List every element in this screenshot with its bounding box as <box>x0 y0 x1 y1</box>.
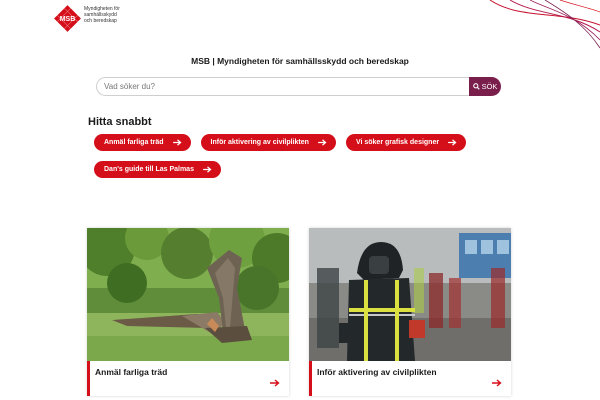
arrow-right-icon <box>203 166 212 173</box>
card-body: Anmäl farliga träd <box>87 361 289 396</box>
card-title: Inför aktivering av civilplikten <box>317 367 437 377</box>
msb-logo[interactable]: MSB Myndigheten för samhällsskydd och be… <box>54 5 120 32</box>
quick-link-grafisk-designer[interactable]: Vi söker grafisk designer <box>345 134 467 151</box>
page-title: MSB | Myndigheten för samhällsskydd och … <box>191 56 409 66</box>
firefighter-image <box>309 228 511 361</box>
quick-link-label: Inför aktivering av civilplikten <box>210 139 309 146</box>
search-input[interactable] <box>96 77 469 96</box>
quick-links-row: Dan's guide till Las Palmas <box>94 161 221 178</box>
quick-link-anmal-farliga-trad[interactable]: Anmäl farliga träd <box>94 134 191 151</box>
quick-link-label: Anmäl farliga träd <box>104 139 164 146</box>
card-title: Anmäl farliga träd <box>95 367 168 377</box>
fallen-tree-image <box>87 228 289 361</box>
quick-link-civilplikten[interactable]: Inför aktivering av civilplikten <box>200 134 336 151</box>
logo-mark: MSB <box>54 5 81 32</box>
quick-links-heading: Hitta snabbt <box>88 116 152 128</box>
arrow-right-icon <box>270 379 280 387</box>
card-body: Inför aktivering av civilplikten <box>309 361 511 396</box>
arrow-right-icon <box>318 139 327 146</box>
decorative-swoosh <box>489 0 600 49</box>
quick-link-las-palmas[interactable]: Dan's guide till Las Palmas <box>94 161 221 178</box>
arrow-right-icon <box>492 379 502 387</box>
arrow-right-icon <box>172 139 182 146</box>
quick-link-label: Vi söker grafisk designer <box>355 139 440 146</box>
logo-line: och beredskap <box>84 18 117 25</box>
logo-wordmark: Myndigheten för samhällsskydd och bereds… <box>84 6 120 25</box>
search-bar: SÖK <box>96 77 501 96</box>
search-button[interactable]: SÖK <box>469 77 501 96</box>
quick-links-row: Anmäl farliga träd Inför aktivering av c… <box>94 134 467 151</box>
card-civilplikten[interactable]: Inför aktivering av civilplikten <box>309 228 511 396</box>
logo-text: MSB <box>60 16 76 23</box>
search-button-label: SÖK <box>481 82 498 91</box>
arrow-right-icon <box>448 139 457 146</box>
quick-link-label: Dan's guide till Las Palmas <box>104 166 194 173</box>
card-anmal-farliga-trad[interactable]: Anmäl farliga träd <box>87 228 289 396</box>
header: MSB Myndigheten för samhällsskydd och be… <box>0 0 600 50</box>
search-icon <box>472 83 480 90</box>
